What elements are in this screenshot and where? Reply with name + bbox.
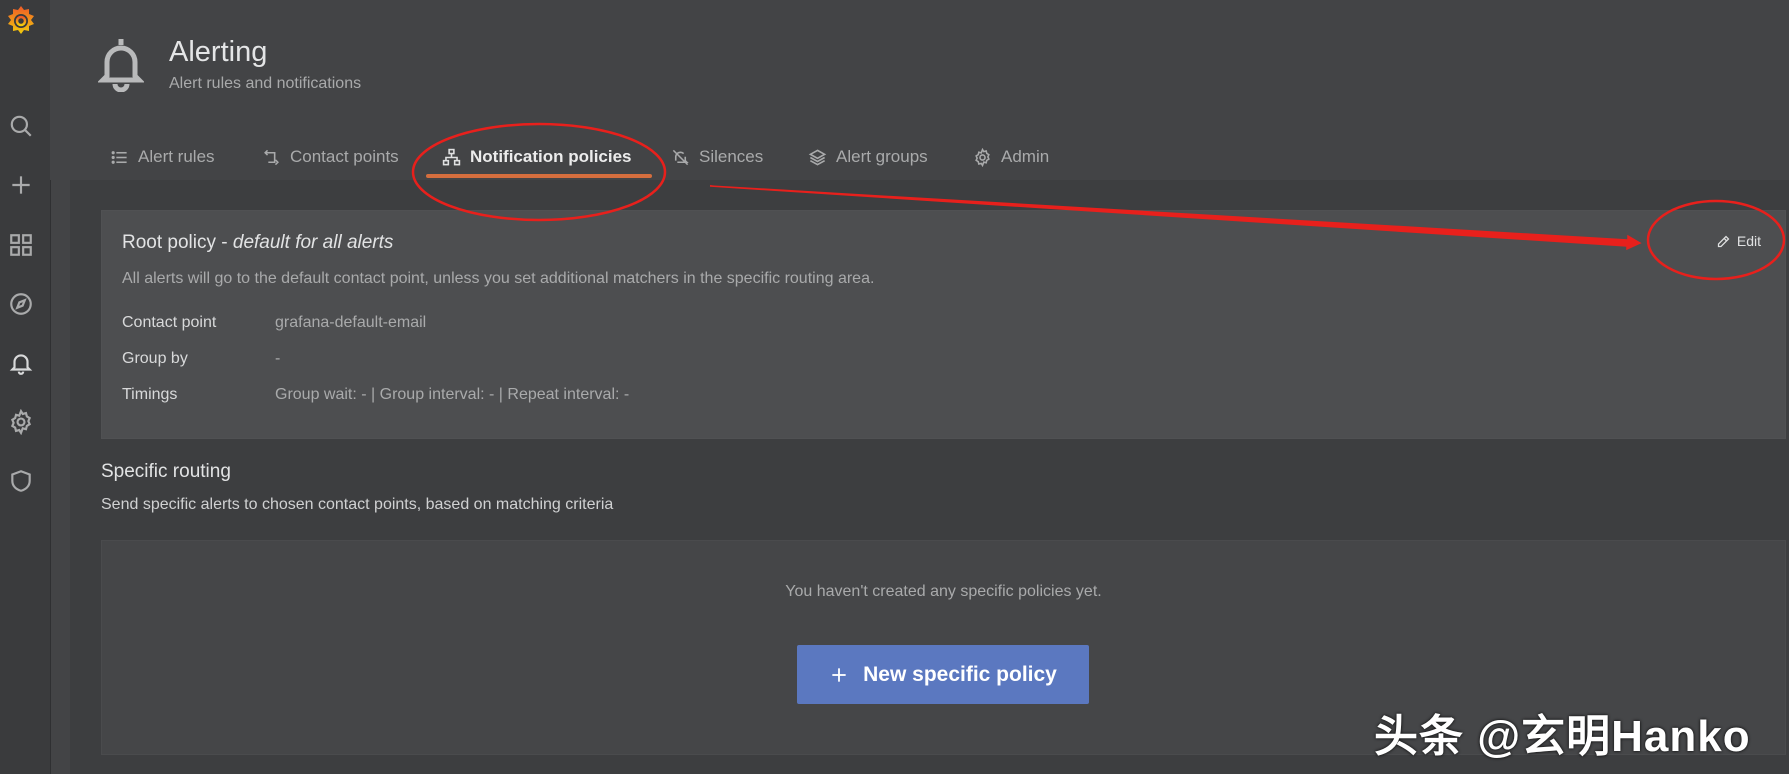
root-policy-title: Root policy - default for all alerts bbox=[122, 232, 394, 253]
gear-icon bbox=[975, 147, 990, 167]
sidebar bbox=[0, 0, 51, 774]
row-label: Timings bbox=[122, 386, 178, 403]
row-label: Contact point bbox=[122, 314, 217, 331]
tab-notification-policies[interactable]: Notification policies bbox=[442, 138, 632, 176]
specific-routing-title: Specific routing bbox=[101, 461, 231, 482]
shield-icon[interactable] bbox=[8, 468, 34, 494]
tab-alert-rules[interactable]: Alert rules bbox=[110, 138, 215, 176]
tab-label: Contact points bbox=[290, 147, 399, 166]
edit-button[interactable]: Edit bbox=[1716, 233, 1761, 249]
dashboards-icon[interactable] bbox=[8, 232, 34, 258]
list-icon bbox=[111, 150, 127, 164]
plus-icon bbox=[832, 667, 846, 682]
root-policy-title-suffix: default for all alerts bbox=[232, 232, 394, 253]
tab-label: Notification policies bbox=[470, 147, 632, 166]
root-policy-card: Root policy - default for all alerts All… bbox=[101, 210, 1786, 439]
group-by-row: Group by - bbox=[122, 350, 280, 368]
contact-point-icon bbox=[264, 149, 279, 165]
page-title: Alerting bbox=[169, 36, 268, 68]
page-subtitle: Alert rules and notifications bbox=[169, 75, 362, 92]
explore-icon[interactable] bbox=[8, 291, 34, 317]
alerting-bell-icon[interactable] bbox=[8, 350, 34, 376]
pencil-icon bbox=[1717, 235, 1730, 247]
row-value: grafana-default-email bbox=[275, 314, 427, 331]
empty-state-text: You haven't created any specific policie… bbox=[785, 583, 1102, 600]
grafana-logo-icon[interactable] bbox=[5, 4, 37, 36]
specific-routing-subtitle: Send specific alerts to chosen contact p… bbox=[101, 496, 614, 513]
bell-icon bbox=[96, 36, 146, 93]
contact-point-row: Contact point grafana-default-email bbox=[122, 314, 426, 332]
configuration-gear-icon[interactable] bbox=[8, 408, 34, 436]
tab-admin[interactable]: Admin bbox=[973, 138, 1049, 176]
root-policy-title-text: Root policy bbox=[122, 232, 216, 253]
tab-label: Alert rules bbox=[138, 147, 215, 166]
tab-label: Alert groups bbox=[836, 147, 928, 166]
layers-icon bbox=[808, 148, 827, 166]
search-icon[interactable] bbox=[8, 113, 34, 139]
new-specific-policy-label: New specific policy bbox=[863, 662, 1057, 686]
tab-alert-groups[interactable]: Alert groups bbox=[808, 138, 928, 176]
timings-row: Timings Group wait: - | Group interval: … bbox=[122, 386, 629, 404]
row-value: - bbox=[275, 350, 281, 367]
bell-slash-icon bbox=[672, 149, 689, 165]
new-specific-policy-button[interactable]: New specific policy bbox=[797, 645, 1089, 704]
edit-label: Edit bbox=[1736, 233, 1761, 249]
root-policy-description: All alerts will go to the default contac… bbox=[122, 270, 875, 287]
tab-contact-points[interactable]: Contact points bbox=[262, 138, 399, 176]
tab-label: Silences bbox=[699, 147, 764, 166]
active-tab-indicator bbox=[426, 174, 652, 178]
sitemap-icon bbox=[442, 148, 461, 165]
tab-label: Admin bbox=[1001, 147, 1050, 166]
tab-silences[interactable]: Silences bbox=[671, 138, 763, 176]
plus-icon[interactable] bbox=[8, 172, 34, 198]
row-value: Group wait: - | Group interval: - | Repe… bbox=[275, 386, 630, 403]
tab-bar: Alert rules Contact points Notification … bbox=[50, 138, 1789, 180]
row-label: Group by bbox=[122, 350, 188, 367]
watermark: 头条 @玄明Hanko bbox=[1374, 712, 1751, 761]
